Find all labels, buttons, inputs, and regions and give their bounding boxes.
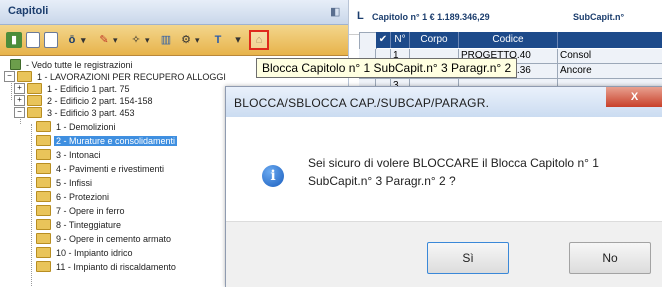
table-cell: Ancore (558, 64, 662, 79)
folder-icon (36, 177, 51, 189)
no-button[interactable]: No (569, 242, 651, 274)
copy-icon[interactable] (44, 32, 58, 48)
expand-icon[interactable]: + (14, 95, 25, 107)
column-header[interactable]: Corpo (410, 32, 459, 48)
dialog-message: Sei sicuro di volere BLOCCARE il Blocca … (308, 154, 648, 190)
dialog-message-line2: SubCapit.n° 3 Paragr.n° 2 ? (308, 174, 456, 188)
tree-node[interactable]: - Vedo tutte le registrazioni (10, 58, 135, 71)
info-icon: i (262, 165, 284, 187)
tree-node[interactable]: +1 - Edificio 1 part. 75 (14, 82, 132, 95)
panel-titlebar: Capitoli ◧ (0, 0, 348, 25)
confirm-dialog: BLOCCA/SBLOCCA CAP./SUBCAP/PARAGR. X i S… (225, 86, 662, 287)
column-header[interactable]: Codice (459, 32, 558, 48)
tree-node[interactable]: −1 - LAVORAZIONI PER RECUPERO ALLOGGI (4, 70, 228, 83)
column-header[interactable] (558, 32, 662, 48)
folder-icon (36, 163, 51, 175)
text-icon[interactable]: T (210, 32, 226, 48)
tree-node[interactable]: 9 - Opere in cemento armato (36, 232, 173, 245)
lock-button-highlight[interactable] (249, 30, 269, 50)
grid-corner[interactable] (359, 32, 377, 50)
tree-node[interactable]: 6 - Protezioni (36, 190, 111, 203)
filter-icon[interactable]: ō (64, 32, 86, 48)
tree-node[interactable]: 7 - Opere in ferro (36, 204, 127, 217)
pencil-icon[interactable]: ✎ (96, 32, 117, 48)
dropdown-icon[interactable]: ▾ (230, 32, 246, 48)
pin-icon[interactable]: ◧ (330, 5, 342, 18)
chapter-caption: Capitolo n° 1 € 1.189.346,29 (372, 12, 490, 22)
tree-node[interactable]: 4 - Pavimenti e rivestimenti (36, 162, 166, 175)
tree-node[interactable]: −3 - Edificio 3 part. 453 (14, 106, 137, 119)
folder-icon (36, 261, 51, 273)
expand-icon[interactable]: + (14, 83, 25, 95)
folder-icon (36, 135, 51, 147)
dialog-message-line1: Sei sicuro di volere BLOCCARE il Blocca … (308, 156, 599, 170)
dialog-titlebar: BLOCCA/SBLOCCA CAP./SUBCAP/PARAGR. X (226, 87, 662, 117)
dialog-title: BLOCCA/SBLOCCA CAP./SUBCAP/PARAGR. (234, 96, 490, 110)
chart-icon[interactable]: ▥ (158, 32, 174, 48)
new-doc-icon[interactable] (26, 32, 40, 48)
lock-tooltip: Blocca Capitolo n° 1 SubCapit.n° 3 Parag… (256, 58, 518, 78)
folder-icon (36, 247, 51, 259)
detail-header: L Capitolo n° 1 € 1.189.346,29 SubCapit.… (349, 0, 662, 35)
folder-icon (36, 233, 51, 245)
tree-node[interactable]: 11 - Impianto di riscaldamento (36, 260, 178, 273)
wand-icon[interactable]: ✧ (128, 32, 149, 48)
collapse-icon[interactable]: − (4, 71, 15, 83)
dialog-body: i Sei sicuro di volere BLOCCARE il Blocc… (226, 117, 662, 221)
header-letter: L (357, 10, 364, 22)
yes-button[interactable]: Sì (427, 242, 509, 274)
tree-node-selected[interactable]: 2 - Murature e consolidamenti (36, 134, 178, 147)
column-header[interactable]: N° (391, 32, 410, 48)
tree-node[interactable]: 5 - Infissi (36, 176, 94, 189)
tree-node[interactable]: 3 - Intonaci (36, 148, 103, 161)
panel-title: Capitoli (8, 5, 49, 17)
tree-node[interactable]: 8 - Tinteggiature (36, 218, 123, 231)
check-column-header[interactable]: ✔ (376, 32, 391, 48)
toolbar: ▮ ō ✎ ✧ ▥ ⚙ T ▾ ⌂ (0, 25, 348, 56)
tree-node[interactable]: 10 - Impianto idrico (36, 246, 135, 259)
table-cell: Consol (558, 49, 662, 64)
settings-icon[interactable]: ⚙ (178, 32, 199, 48)
folder-icon (36, 149, 51, 161)
folder-icon (36, 121, 51, 133)
folder-icon (36, 205, 51, 217)
folder-icon (36, 219, 51, 231)
close-button[interactable]: X (606, 87, 662, 107)
dialog-buttons: Sì No (226, 221, 662, 287)
open-icon[interactable]: ▮ (6, 32, 22, 48)
subchapter-caption: SubCapit.n° (573, 12, 625, 22)
tree-node[interactable]: 1 - Demolizioni (36, 120, 118, 133)
folder-icon (36, 191, 51, 203)
collapse-icon[interactable]: − (14, 107, 25, 119)
tree-node[interactable]: +2 - Edificio 2 part. 154-158 (14, 94, 155, 107)
